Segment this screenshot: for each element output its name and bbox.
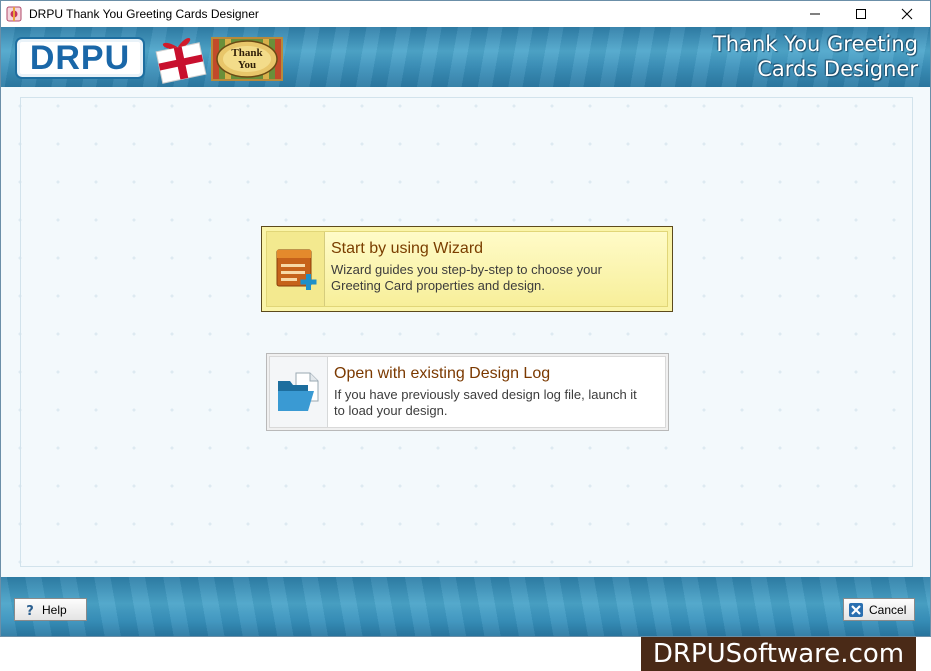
gift-card-illustration: Thank You: [155, 37, 283, 84]
open-folder-icon: [270, 357, 328, 427]
header-banner: DRPU Thank You Thank You Greeting Cards …: [1, 27, 930, 87]
watermark-text: DRPUSoftware.com: [652, 639, 905, 669]
start-wizard-option[interactable]: Start by using Wizard Wizard guides you …: [261, 226, 673, 312]
minimize-button[interactable]: [792, 1, 838, 27]
window-title: DRPU Thank You Greeting Cards Designer: [29, 7, 259, 21]
title-bar: DRPU Thank You Greeting Cards Designer: [1, 1, 930, 27]
content-frame: [20, 97, 913, 567]
close-icon: [901, 8, 913, 20]
wizard-option-title: Start by using Wizard: [331, 240, 484, 257]
card-text-you: You: [238, 59, 256, 71]
maximize-icon: [856, 9, 866, 19]
help-button[interactable]: ? Help: [14, 598, 87, 621]
cancel-button[interactable]: Cancel: [843, 598, 915, 621]
svg-text:?: ?: [26, 604, 34, 617]
close-button[interactable]: [884, 1, 930, 27]
banner-title-line1: Thank You Greeting: [712, 32, 918, 56]
cancel-icon: [849, 602, 863, 617]
open-design-log-option[interactable]: Open with existing Design Log If you hav…: [266, 353, 669, 431]
banner-title-line2: Cards Designer: [757, 57, 918, 81]
help-button-label: Help: [42, 602, 67, 617]
start-wizard-option-inner: Start by using Wizard Wizard guides you …: [266, 231, 668, 307]
wizard-option-text: Start by using Wizard Wizard guides you …: [325, 232, 647, 306]
open-design-log-option-inner: Open with existing Design Log If you hav…: [269, 356, 666, 428]
maximize-button[interactable]: [838, 1, 884, 27]
logo-text: DRPU: [29, 38, 131, 77]
open-option-description: If you have previously saved design log …: [334, 387, 637, 418]
app-window: DRPU Thank You Greeting Cards Designer D…: [0, 0, 931, 637]
wizard-card-add-icon: [267, 232, 325, 306]
card-text-thank: Thank: [231, 47, 263, 59]
wizard-option-description: Wizard guides you step-by-step to choose…: [331, 262, 602, 293]
help-icon: ?: [26, 604, 34, 617]
drpusoftware-watermark: DRPUSoftware.com: [641, 637, 916, 671]
minimize-icon: [810, 13, 820, 15]
footer-bar: ? Help Cancel: [1, 577, 930, 636]
drpu-logo: DRPU: [17, 39, 143, 77]
open-option-text: Open with existing Design Log If you hav…: [328, 357, 650, 427]
app-icon: [6, 6, 22, 22]
cancel-button-label: Cancel: [869, 602, 907, 617]
app-banner-title: Thank You Greeting Cards Designer: [713, 32, 918, 82]
main-panel: Start by using Wizard Wizard guides you …: [1, 87, 930, 577]
open-option-title: Open with existing Design Log: [334, 365, 551, 382]
